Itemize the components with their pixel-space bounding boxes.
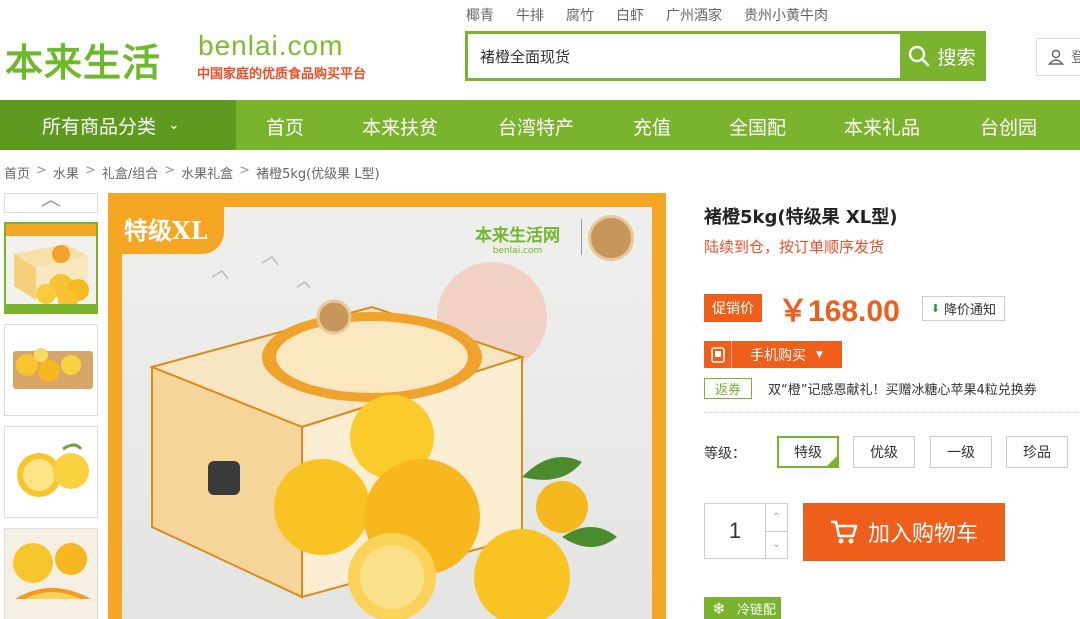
hot-word[interactable]: 白虾 bbox=[616, 5, 644, 25]
image-brand-text: 本来生活网 bbox=[475, 226, 560, 246]
search-input[interactable] bbox=[468, 34, 900, 78]
thumbnail-1[interactable] bbox=[4, 222, 98, 314]
add-to-cart-label: 加入购物车 bbox=[867, 522, 978, 547]
grade-option-first[interactable]: 一级 bbox=[930, 436, 992, 468]
hot-search-words: 椰青 牛排 腐竹 白虾 广州酒家 贵州小黄牛肉 bbox=[466, 5, 828, 25]
qr-code-icon bbox=[704, 341, 732, 368]
nav-item-recharge[interactable]: 充值 bbox=[633, 113, 671, 140]
search-button[interactable]: 搜索 bbox=[900, 34, 983, 78]
main-product-image[interactable]: 特级XL 本来生活网 benlai.com bbox=[108, 193, 666, 619]
quantity-stepper: ⌃ ⌄ bbox=[704, 503, 788, 559]
breadcrumb-link[interactable]: 水果 bbox=[53, 163, 79, 182]
image-brand-en: benlai.com bbox=[492, 246, 543, 256]
logo-chinese-text: 本来生活 bbox=[5, 41, 162, 85]
grade-option-treasure[interactable]: 珍品 bbox=[1006, 436, 1068, 468]
breadcrumb-separator: > bbox=[36, 163, 47, 178]
coupon-tag: 返券 bbox=[704, 378, 753, 399]
thumbnail-2[interactable] bbox=[4, 324, 98, 416]
nav-item-poverty[interactable]: 本来扶贫 bbox=[362, 113, 438, 140]
grade-label: 等级： bbox=[704, 446, 746, 462]
cart-icon bbox=[830, 520, 858, 544]
hot-word[interactable]: 广州酒家 bbox=[666, 5, 722, 25]
snowflake-icon: ❄ bbox=[705, 598, 733, 618]
image-divider bbox=[581, 219, 582, 255]
thumbnail-4[interactable] bbox=[4, 528, 98, 619]
product-shipping-note: 陆续到仓，按订单顺序发货 bbox=[704, 238, 885, 256]
logo-english-text: benlai.com bbox=[198, 30, 344, 61]
hot-word[interactable]: 椰青 bbox=[466, 5, 494, 25]
main-nav: 所有商品分类 ⌄ 首页 本来扶贫 台湾特产 充值 全国配 本来礼品 台创园 bbox=[0, 100, 1080, 150]
quantity-increase-button[interactable]: ⌃ bbox=[766, 504, 787, 532]
product-thumbnail-image bbox=[5, 529, 97, 619]
hot-word[interactable]: 牛排 bbox=[516, 5, 544, 25]
nav-item-home[interactable]: 首页 bbox=[266, 113, 304, 140]
breadcrumb-separator: > bbox=[84, 163, 96, 178]
nav-item-nationwide[interactable]: 全国配 bbox=[729, 113, 786, 140]
breadcrumb-link[interactable]: 礼盒/组合 bbox=[102, 163, 158, 182]
arrow-down-icon: ⬇ bbox=[930, 301, 940, 315]
cold-chain-label: 冷链配 bbox=[733, 598, 781, 618]
price-row: 促销价 ￥168.00 ⬇ 降价通知 bbox=[704, 286, 1005, 330]
add-to-cart-button[interactable]: 加入购物车 bbox=[803, 503, 1005, 561]
price-drop-notify-label: 降价通知 bbox=[943, 302, 996, 318]
mobile-buy-label: 手机购买 bbox=[750, 347, 806, 364]
product-thumbnail-image bbox=[5, 325, 97, 415]
search-button-label: 搜索 bbox=[937, 46, 976, 69]
price-drop-notify-button[interactable]: ⬇ 降价通知 bbox=[921, 295, 1005, 321]
nav-item-park[interactable]: 台创园 bbox=[980, 113, 1037, 140]
product-thumbnail-image bbox=[5, 427, 97, 517]
all-categories-button[interactable]: 所有商品分类 ⌄ bbox=[0, 100, 236, 150]
breadcrumb-link[interactable]: 水果礼盒 bbox=[181, 163, 233, 182]
chevron-down-icon: ⌄ bbox=[168, 117, 180, 133]
breadcrumb-separator: > bbox=[239, 163, 251, 178]
quantity-buttons: ⌃ ⌄ bbox=[765, 504, 787, 558]
search-bar: 搜索 bbox=[465, 31, 986, 81]
thumbnail-3[interactable] bbox=[4, 426, 98, 518]
coupon-row: 返券 双“橙”记感恩献礼！买赠冰糖心苹果4粒兑换券 bbox=[704, 378, 1037, 399]
breadcrumb-link[interactable]: 首页 bbox=[4, 163, 30, 182]
cold-chain-badge: ❄ 冷链配 bbox=[704, 597, 782, 619]
mobile-buy-button[interactable]: 手机购买 ▼ bbox=[704, 341, 842, 368]
product-title: 褚橙5kg(特级果 XL型) bbox=[704, 207, 898, 228]
product-price: ￥168.00 bbox=[778, 295, 900, 328]
caret-down-icon: ▼ bbox=[816, 349, 823, 360]
login-label: 登 bbox=[1071, 50, 1080, 66]
logo-slogan: 中国家庭的优质食品购买平台 bbox=[197, 67, 367, 82]
grade-option-special[interactable]: 特级 bbox=[777, 436, 839, 468]
all-categories-label: 所有商品分类 bbox=[42, 115, 157, 138]
nav-item-gifts[interactable]: 本来礼品 bbox=[844, 113, 920, 140]
coupon-text[interactable]: 双“橙”记感恩献礼！买赠冰糖心苹果4粒兑换券 bbox=[768, 379, 1037, 398]
quantity-input[interactable] bbox=[705, 504, 765, 558]
promo-price-label: 促销价 bbox=[704, 294, 762, 322]
hot-word[interactable]: 腐竹 bbox=[566, 5, 594, 25]
image-brand: 本来生活网 benlai.com bbox=[475, 221, 560, 256]
thumbnail-scroll-up-button[interactable] bbox=[4, 193, 98, 213]
divider bbox=[704, 412, 1080, 413]
product-box-illustration bbox=[148, 256, 617, 619]
grade-option-premium[interactable]: 优级 bbox=[853, 436, 915, 468]
breadcrumb-current: 褚橙5kg(优级果 L型) bbox=[256, 167, 380, 182]
search-icon bbox=[909, 45, 930, 67]
grade-badge: 特级XL bbox=[122, 207, 224, 254]
login-button[interactable]: 登 bbox=[1036, 38, 1080, 76]
user-icon bbox=[1047, 49, 1065, 65]
nav-item-taiwan[interactable]: 台湾特产 bbox=[498, 113, 574, 140]
product-photo: 特级XL 本来生活网 benlai.com bbox=[122, 207, 652, 619]
chu-portrait-seal-icon bbox=[588, 215, 634, 261]
product-thumbnail-image bbox=[6, 224, 96, 312]
site-logo[interactable]: 本来生活 benlai.com 中国家庭的优质食品购买平台 bbox=[5, 30, 405, 90]
breadcrumb-separator: > bbox=[164, 163, 176, 178]
hot-word[interactable]: 贵州小黄牛肉 bbox=[744, 5, 828, 25]
chevron-up-icon bbox=[41, 200, 61, 207]
breadcrumb: 首页 > 水果 > 礼盒/组合 > 水果礼盒 > 褚橙5kg(优级果 L型) bbox=[4, 163, 380, 182]
quantity-decrease-button[interactable]: ⌄ bbox=[766, 532, 787, 559]
